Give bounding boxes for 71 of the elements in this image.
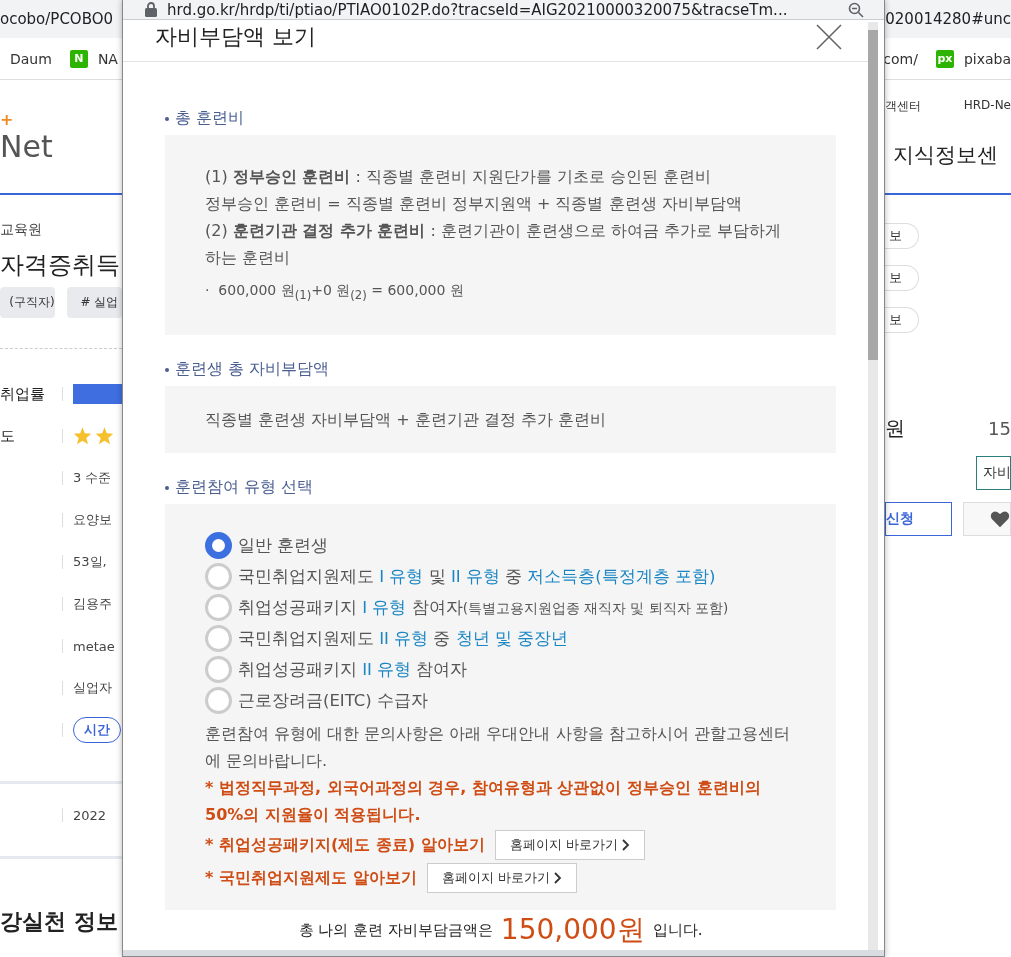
option-label: 근로장려금(EITC) 수급자 xyxy=(238,690,429,712)
course-title: 자격증취득 xyxy=(0,250,120,281)
option-label: 국민취업지원제도 II 유형 중 청년 및 중장년 xyxy=(238,628,569,650)
option-label: 국민취업지원제도 I 유형 및 II 유형 중 저소득층(특정계층 포함) xyxy=(238,566,716,588)
heart-icon xyxy=(990,510,1010,528)
price-text: 15 xyxy=(988,418,1011,439)
bookmark-link[interactable]: com/ xyxy=(883,50,918,67)
popup-title: 자비부담액 보기 xyxy=(155,22,316,51)
row-value: 실업자 xyxy=(73,679,113,697)
chevron-right-icon xyxy=(621,838,630,851)
address-text: ocobo/PCOBO0 xyxy=(0,10,114,28)
row-value: 김용주 xyxy=(73,595,113,613)
homepage-button[interactable]: 홈페이지 바로가기 xyxy=(426,862,577,893)
header-link[interactable]: 객센터 xyxy=(885,98,921,115)
lock-icon xyxy=(145,2,157,18)
option-label: 취업성공패키지 II 유형 참여자 xyxy=(238,659,468,681)
row-value: 요양보 xyxy=(73,511,113,529)
definition-text: (1) 정부승인 훈련비 : 직종별 훈련비 지원단가를 기초로 승인된 훈련비 xyxy=(205,166,713,189)
site-logo[interactable]: Net xyxy=(0,128,53,164)
header-link[interactable]: HRD-Ne xyxy=(963,98,1011,115)
zoom-out-icon[interactable] xyxy=(848,1,864,18)
bookmark-link[interactable]: pixaba xyxy=(963,50,1011,67)
warning-text: * 법정직무과정, 외국어과정의 경우, 참여유형과 상관없이 정부승인 훈련비의 50%의 지원율이 적용됩니다. xyxy=(205,777,762,826)
row-value: 3 수준 xyxy=(73,469,113,487)
bookmark-favicon: N xyxy=(69,49,88,68)
radio-button[interactable] xyxy=(205,656,232,683)
description-text: 직종별 훈련생 자비부담액 + 훈련기관 결정 추가 훈련비 xyxy=(205,409,607,431)
bookmark-favicon: px xyxy=(935,49,954,68)
scrollbar[interactable] xyxy=(868,22,878,950)
option-label: 취업성공패키지 I 유형 참여자(특별고용지원업종 재직자 및 퇴직자 포함) xyxy=(238,596,729,619)
address-text: 020014280#unc xyxy=(885,10,1011,28)
total-label: 총 나의 훈련 자비부담금액은 xyxy=(298,920,493,940)
row-value: 53일, xyxy=(73,553,108,571)
institute-name: 교육원 xyxy=(0,221,42,239)
definition-text: 정부승인 훈련비 = 직종별 훈련비 정부지원액 + 직종별 훈련생 자비부담액 xyxy=(205,193,743,216)
radio-button[interactable] xyxy=(205,532,232,559)
close-icon[interactable] xyxy=(816,23,842,50)
section-heading: 훈련생 총 자비부담액 xyxy=(165,359,836,380)
wishlist-button[interactable] xyxy=(963,502,1011,536)
formula-text: · 600,000 원$_{(1)}$+0 원$_{(2)}$ = 600,000 원 xyxy=(205,281,465,304)
bookmark-link[interactable]: Daum xyxy=(10,50,52,67)
radio-button[interactable] xyxy=(205,563,232,590)
apply-button[interactable]: 신청 xyxy=(885,502,952,536)
chevron-right-icon xyxy=(553,871,562,884)
total-suffix: 입니다. xyxy=(652,920,703,940)
program-link-label: * 취업성공패키지(제도 종료) 알아보기 xyxy=(205,834,485,856)
radio-button[interactable] xyxy=(205,594,232,621)
option-label: 일반 훈련생 xyxy=(238,535,329,557)
section-heading: 훈련참여 유형 선택 xyxy=(165,477,836,498)
section-heading: 총 훈련비 xyxy=(165,108,836,130)
info-text: 훈련참여 유형에 대한 문의사항은 아래 우대안내 사항을 참고하시어 관할고용센터에 문의바랍니다. xyxy=(205,723,791,772)
bookmark-link[interactable]: NA xyxy=(97,50,118,67)
page-title: 지식정보센 xyxy=(893,142,999,169)
rate-bar xyxy=(73,384,122,404)
program-link-label: * 국민취업지원제도 알아보기 xyxy=(205,867,417,889)
definition-text: (2) 훈련기관 결정 추가 훈련비 : 훈련기관이 훈련생으로 하여금 추가로 부담하게 하는 훈련비 xyxy=(205,220,783,270)
row-label: 취업률 xyxy=(0,384,46,404)
row-value: metae xyxy=(73,638,116,654)
radio-button[interactable] xyxy=(205,625,232,652)
hashtag: # 실업 xyxy=(66,287,122,318)
popup-url: hrd.go.kr/hrdp/ti/ptiao/PTIAO0102P.do?tracseId=AIG20210000320075&tracseTm... xyxy=(167,0,789,19)
logo-mark: + xyxy=(0,109,14,129)
section-heading: 강실천 정보 xyxy=(0,908,118,936)
cost-button[interactable]: 자비 xyxy=(976,456,1011,490)
homepage-button[interactable]: 홈페이지 바로가기 xyxy=(494,829,645,860)
row-value: 2022 xyxy=(73,807,108,823)
hashtag: (구직자) xyxy=(0,287,55,318)
row-label: 도 xyxy=(0,426,16,446)
total-amount: 150,000원 xyxy=(500,912,645,948)
price-unit: 원 xyxy=(885,415,905,442)
radio-button[interactable] xyxy=(205,687,232,714)
